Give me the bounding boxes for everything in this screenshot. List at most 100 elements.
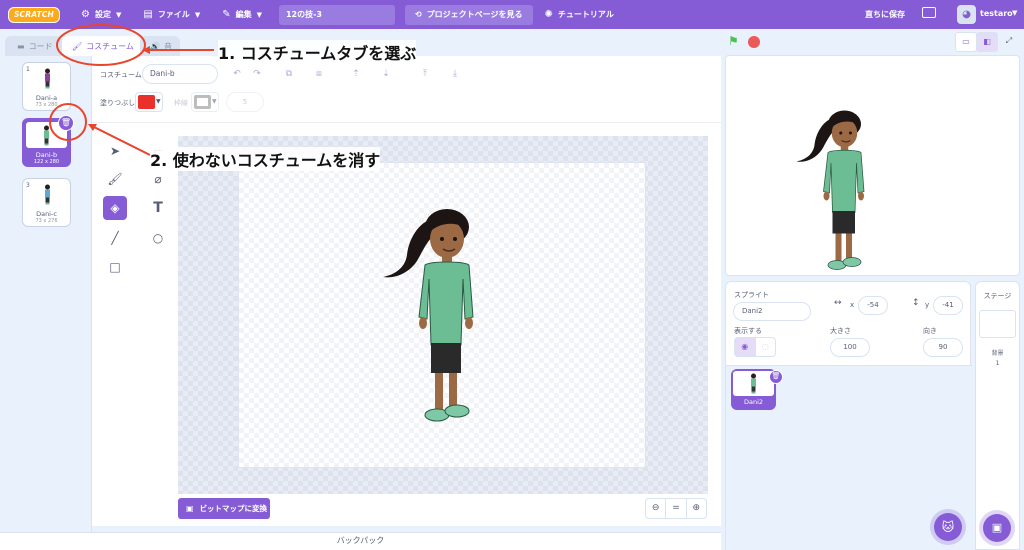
- see-project-page-button[interactable]: ⟲ プロジェクトページを見る: [404, 4, 533, 25]
- undo-icon[interactable]: ↶: [230, 68, 244, 80]
- costume-drawing: [383, 209, 474, 422]
- save-now-button[interactable]: 直ちに保存: [865, 9, 905, 20]
- zoom-reset-button[interactable]: =: [666, 499, 687, 518]
- sprite-label: スプライト: [734, 291, 769, 299]
- tutorials-button[interactable]: ✺ チュートリアル: [545, 9, 614, 20]
- edit-menu-label: 編集: [235, 10, 252, 19]
- paint-canvas-area[interactable]: [178, 136, 708, 494]
- costume-thumbnail: [45, 68, 50, 89]
- stage-thumbnail[interactable]: [979, 310, 1016, 338]
- direction-input[interactable]: 90: [923, 338, 963, 357]
- choose-backdrop-button[interactable]: ▣: [983, 514, 1011, 542]
- circle-tool[interactable]: ○: [146, 226, 170, 250]
- size-input[interactable]: 100: [830, 338, 870, 357]
- stop-button[interactable]: [748, 36, 760, 48]
- costume-name: Dani-b: [35, 151, 58, 159]
- hide-eye-icon[interactable]: ◌: [756, 338, 776, 356]
- back-icon[interactable]: ⤓: [448, 68, 462, 80]
- settings-menu[interactable]: ⚙ 設定 ▼: [70, 0, 132, 29]
- username[interactable]: testaro: [980, 9, 1013, 18]
- zoom-out-button[interactable]: ⊖: [646, 499, 667, 518]
- gear-icon: ⚙: [81, 9, 90, 20]
- normal-stage-button[interactable]: ◧: [976, 32, 998, 52]
- group-icon[interactable]: ⧉: [282, 68, 296, 80]
- text-tool[interactable]: T: [146, 196, 170, 220]
- file-menu-label: ファイル: [157, 10, 190, 19]
- y-position-input[interactable]: -41: [933, 296, 963, 315]
- circle-icon: ○: [152, 231, 164, 245]
- refresh-icon: ⟲: [414, 10, 422, 19]
- costume-list: 1 Dani-a 73 x 280 2 Dani-b 122 x 280 3 D…: [0, 56, 92, 550]
- chevron-down-icon: ▼: [256, 10, 262, 19]
- fullscreen-button[interactable]: ⤢: [998, 32, 1020, 52]
- avatar[interactable]: ◕: [957, 5, 976, 24]
- edit-menu[interactable]: ✎ 編集 ▼: [211, 0, 273, 29]
- scratch-logo[interactable]: SCRATCH: [8, 6, 60, 23]
- forward-icon[interactable]: ⇡: [349, 68, 363, 80]
- delete-sprite-button[interactable]: 🗑: [769, 370, 783, 384]
- tab-costumes[interactable]: 🖌 コスチューム: [62, 36, 140, 57]
- annotation-step-1: 1. コスチュームタブを選ぶ: [218, 40, 417, 64]
- backpack-bar[interactable]: バックパック: [0, 532, 721, 550]
- costume-name: Dani-a: [35, 94, 58, 102]
- paint-editor: コスチューム Dani-b ↶ ↷ ⧉ ⧈ ⇡ ⇣ ⤒ ⤓ 塗りつぶし ▼ 枠線…: [92, 56, 721, 526]
- select-tool[interactable]: ➤: [103, 139, 127, 163]
- delete-costume-button[interactable]: 🗑: [58, 115, 74, 131]
- show-eye-icon[interactable]: ◉: [735, 338, 756, 356]
- menu-bar: SCRATCH ⚙ 設定 ▼ ▤ ファイル ▼ ✎ 編集 ▼ 12の技-3 ⟲ …: [0, 0, 1024, 29]
- bucket-icon: ◈: [110, 201, 120, 215]
- convert-to-bitmap-label: ビットマップに変換: [199, 504, 268, 513]
- project-title-input[interactable]: 12の技-3: [278, 4, 395, 25]
- fill-tool[interactable]: ◈: [103, 196, 127, 220]
- front-icon[interactable]: ⤒: [418, 68, 432, 80]
- sprite-name: Dani2: [743, 398, 764, 406]
- size-label: 大きさ: [830, 327, 851, 335]
- tab-sounds[interactable]: 🔊 音: [140, 36, 180, 56]
- chevron-down-icon[interactable]: ▼: [1012, 9, 1017, 17]
- sprite-name-input[interactable]: Dani2: [733, 302, 811, 321]
- outline-width-input[interactable]: 5: [226, 92, 264, 112]
- rectangle-icon: □: [109, 260, 121, 274]
- ungroup-icon[interactable]: ⧈: [312, 68, 326, 80]
- stage-label: ステージ: [983, 292, 1012, 300]
- backward-icon[interactable]: ⇣: [379, 68, 393, 80]
- folder-icon[interactable]: [922, 7, 936, 18]
- costume-tile[interactable]: 1 Dani-a 73 x 280: [22, 62, 71, 111]
- x-label: x: [850, 301, 855, 309]
- costume-size: 73 x 276: [35, 218, 58, 224]
- outline-color-swatch: [194, 95, 211, 109]
- fullscreen-icon: ⤢: [1005, 36, 1013, 45]
- backdrop-label: 背景: [991, 350, 1004, 357]
- cat-icon: 🐱: [941, 520, 955, 534]
- small-stage-button[interactable]: ▭: [955, 32, 977, 52]
- line-tool[interactable]: ╱: [103, 226, 127, 250]
- fill-color-picker[interactable]: ▼: [135, 92, 163, 112]
- paint-canvas[interactable]: [238, 162, 646, 468]
- direction-label: 向き: [923, 327, 937, 335]
- stage[interactable]: [725, 55, 1020, 276]
- zoom-in-button[interactable]: ⊕: [687, 499, 706, 518]
- convert-to-bitmap-button[interactable]: ▣ ビットマップに変換: [178, 498, 270, 519]
- trash-icon: 🗑: [60, 118, 72, 127]
- green-flag-icon[interactable]: ⚑: [728, 35, 741, 48]
- redo-icon[interactable]: ↷: [250, 68, 264, 80]
- outline-color-picker[interactable]: ▼: [191, 92, 219, 112]
- costume-name-input[interactable]: Dani-b: [142, 64, 218, 84]
- x-position-input[interactable]: -54: [858, 296, 888, 315]
- tab-code[interactable]: ▬ コード: [5, 36, 62, 56]
- choose-sprite-button[interactable]: 🐱: [934, 513, 962, 541]
- pencil-icon: ✎: [222, 9, 231, 20]
- backdrop-count: 1: [995, 360, 1000, 367]
- costume-size: 73 x 280: [35, 102, 58, 108]
- outline-label: 枠線: [174, 99, 188, 107]
- brush-tool[interactable]: 🖌: [103, 167, 127, 191]
- tab-code-label: コード: [28, 41, 53, 51]
- sprite-tile-selected[interactable]: Dani2 🗑: [731, 369, 783, 410]
- rectangle-tool[interactable]: □: [103, 255, 127, 279]
- costume-tile[interactable]: 3 Dani-c 73 x 276: [22, 178, 71, 227]
- small-stage-icon: ▭: [962, 37, 970, 46]
- stage-pane[interactable]: ステージ 背景 1: [975, 281, 1020, 550]
- sprite-list: Dani2 🗑 🐱: [726, 366, 972, 550]
- file-menu[interactable]: ▤ ファイル ▼: [132, 0, 211, 29]
- costume-name-label: コスチューム: [100, 71, 142, 79]
